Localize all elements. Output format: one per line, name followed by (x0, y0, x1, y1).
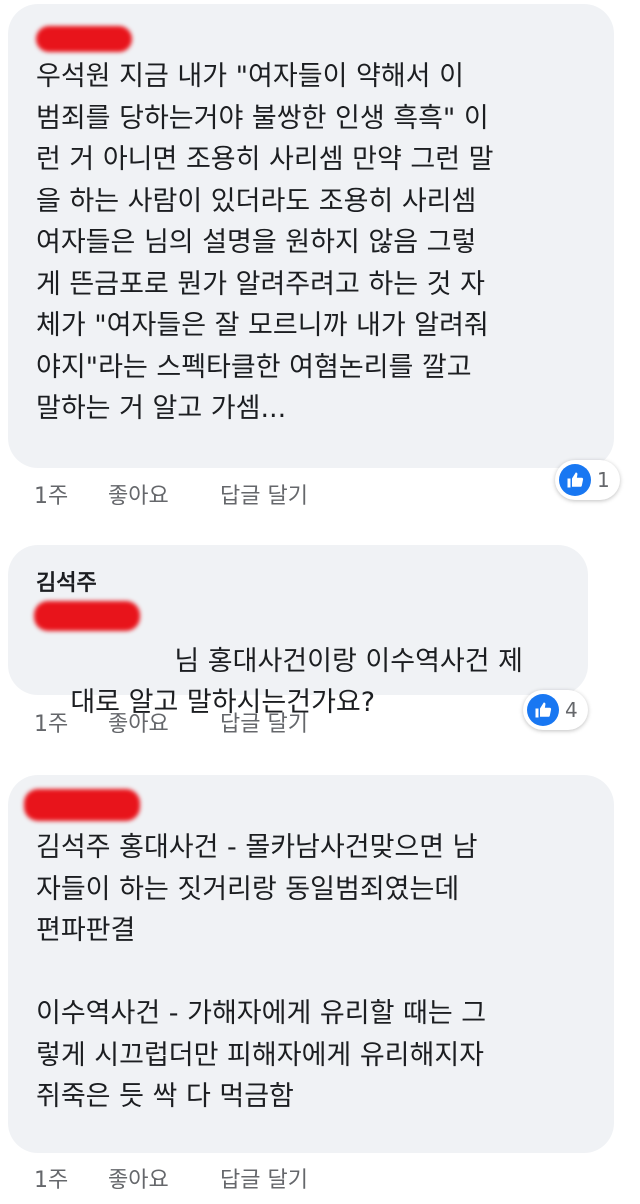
comment-text: 김석주 홍대사건 - 몰카남사건맞으면 남 자들이 하는 짓거리랑 동일범죄였는… (36, 832, 487, 1112)
comment-timestamp: 1주 (34, 712, 69, 737)
reaction-badge[interactable]: 4 (523, 690, 588, 730)
like-link[interactable]: 좋아요 (108, 1162, 220, 1194)
reply-link[interactable]: 답글 달기 (220, 706, 308, 738)
reply-link[interactable]: 답글 달기 (220, 478, 308, 510)
reply-link[interactable]: 답글 달기 (220, 1162, 308, 1194)
reaction-count: 4 (565, 698, 578, 722)
thumbs-up-icon (559, 464, 591, 496)
comment-actions: 1주 좋아요 답글 달기 (34, 478, 308, 510)
comment-bubble: 김석주 홍대사건 - 몰카남사건맞으면 남 자들이 하는 짓거리랑 동일범죄였는… (8, 775, 614, 1153)
comment-text: 우석원 지금 내가 "여자들이 약해서 이 범죄를 당하는거야 불쌍한 인생 흑… (36, 61, 494, 424)
like-link[interactable]: 좋아요 (108, 706, 220, 738)
reaction-count: 1 (597, 468, 610, 492)
like-link[interactable]: 좋아요 (108, 478, 220, 510)
redacted-author-name (36, 26, 132, 52)
comment-timestamp: 1주 (34, 484, 69, 509)
comment-actions: 1주 좋아요 답글 달기 (34, 706, 308, 738)
comment-author[interactable]: 김석주 (36, 565, 97, 597)
redacted-mention (34, 601, 140, 631)
reaction-badge[interactable]: 1 (555, 460, 620, 500)
comment-text-line: 대로 알고 말하시는건가요? (36, 640, 568, 765)
thumbs-up-icon (527, 694, 559, 726)
comment-bubble: 우석원 지금 내가 "여자들이 약해서 이 범죄를 당하는거야 불쌍한 인생 흑… (8, 4, 614, 468)
redacted-author-name (24, 789, 140, 821)
comment-timestamp: 1주 (34, 1168, 69, 1193)
comment-actions: 1주 좋아요 답글 달기 (34, 1162, 308, 1194)
comment-bubble: 김석주 님 홍대사건이랑 이수역사건 제 대로 알고 말하시는건가요? (8, 545, 588, 718)
